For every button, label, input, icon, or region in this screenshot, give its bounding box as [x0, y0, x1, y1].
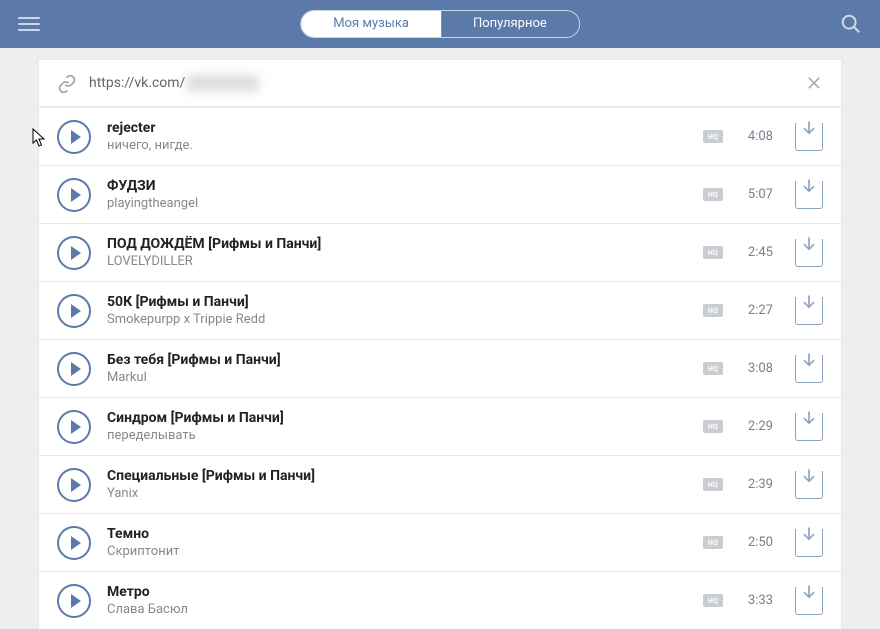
track-info[interactable]: Метро Слава Басюл — [107, 583, 687, 618]
track-list: rejecter ничего, нигде. HQ 4:08 ФУДЗИ pl… — [38, 107, 842, 629]
download-button[interactable] — [795, 529, 823, 557]
play-button[interactable] — [57, 236, 91, 270]
download-button[interactable] — [795, 413, 823, 441]
play-icon — [71, 188, 81, 202]
track-title: Метро — [107, 583, 687, 601]
url-input[interactable]: https://vk.com/ — [89, 75, 791, 91]
track-row: Синдром [Рифмы и Панчи] переделывать HQ … — [39, 397, 841, 455]
track-duration: 2:27 — [739, 303, 773, 318]
tab-popular[interactable]: Популярное — [441, 11, 579, 37]
track-title: ПОД ДОЖДЁМ [Рифмы и Панчи] — [107, 235, 687, 253]
play-button[interactable] — [57, 584, 91, 618]
hq-badge: HQ — [703, 130, 723, 143]
play-icon — [71, 478, 81, 492]
hq-badge: HQ — [703, 246, 723, 259]
play-icon — [71, 536, 81, 550]
hq-badge: HQ — [703, 478, 723, 491]
track-artist: Markul — [107, 369, 687, 386]
play-button[interactable] — [57, 352, 91, 386]
track-info[interactable]: Специальные [Рифмы и Панчи] Yanix — [107, 467, 687, 502]
hq-badge: HQ — [703, 188, 723, 201]
play-button[interactable] — [57, 468, 91, 502]
track-artist: LOVELYDILLER — [107, 253, 687, 270]
track-duration: 4:08 — [739, 129, 773, 144]
track-artist: Скриптонит — [107, 543, 687, 560]
download-button[interactable] — [795, 587, 823, 615]
clear-url-icon[interactable] — [805, 74, 823, 92]
track-info[interactable]: ПОД ДОЖДЁМ [Рифмы и Панчи] LOVELYDILLER — [107, 235, 687, 270]
play-icon — [71, 362, 81, 376]
hq-badge: HQ — [703, 304, 723, 317]
track-artist: Smokepurpp x Trippie Redd — [107, 311, 687, 328]
track-info[interactable]: Темно Скриптонит — [107, 525, 687, 560]
track-row: ПОД ДОЖДЁМ [Рифмы и Панчи] LOVELYDILLER … — [39, 223, 841, 281]
track-row: Специальные [Рифмы и Панчи] Yanix HQ 2:3… — [39, 455, 841, 513]
url-prefix: https://vk.com/ — [89, 75, 185, 91]
tab-my-music[interactable]: Моя музыка — [301, 11, 441, 37]
track-artist: Слава Басюл — [107, 601, 687, 618]
play-button[interactable] — [57, 526, 91, 560]
hq-badge: HQ — [703, 420, 723, 433]
play-button[interactable] — [57, 410, 91, 444]
app-header: Моя музыка Популярное — [0, 0, 880, 48]
download-button[interactable] — [795, 123, 823, 151]
search-icon[interactable] — [840, 13, 862, 35]
track-title: Специальные [Рифмы и Панчи] — [107, 467, 687, 485]
track-duration: 3:08 — [739, 361, 773, 376]
track-artist: playingtheangel — [107, 195, 687, 212]
hamburger-menu-icon[interactable] — [18, 13, 40, 35]
track-title: ФУДЗИ — [107, 177, 687, 195]
track-title: Синдром [Рифмы и Панчи] — [107, 409, 687, 427]
header-tabs: Моя музыка Популярное — [300, 10, 580, 38]
track-info[interactable]: rejecter ничего, нигде. — [107, 119, 687, 154]
track-duration: 5:07 — [739, 187, 773, 202]
hq-badge: HQ — [703, 362, 723, 375]
hq-badge: HQ — [703, 594, 723, 607]
link-icon — [57, 74, 75, 92]
track-row: 50К [Рифмы и Панчи] Smokepurpp x Trippie… — [39, 281, 841, 339]
track-row: Темно Скриптонит HQ 2:50 — [39, 513, 841, 571]
download-button[interactable] — [795, 239, 823, 267]
track-info[interactable]: Без тебя [Рифмы и Панчи] Markul — [107, 351, 687, 386]
play-icon — [71, 420, 81, 434]
track-info[interactable]: ФУДЗИ playingtheangel — [107, 177, 687, 212]
track-duration: 2:29 — [739, 419, 773, 434]
track-duration: 2:45 — [739, 245, 773, 260]
download-button[interactable] — [795, 297, 823, 325]
play-icon — [71, 130, 81, 144]
track-row: ФУДЗИ playingtheangel HQ 5:07 — [39, 165, 841, 223]
track-row: Метро Слава Басюл HQ 3:33 — [39, 571, 841, 629]
track-row: rejecter ничего, нигде. HQ 4:08 — [39, 107, 841, 165]
play-icon — [71, 304, 81, 318]
hq-badge: HQ — [703, 536, 723, 549]
track-info[interactable]: Синдром [Рифмы и Панчи] переделывать — [107, 409, 687, 444]
track-title: rejecter — [107, 119, 687, 137]
play-icon — [71, 246, 81, 260]
play-button[interactable] — [57, 294, 91, 328]
track-artist: переделывать — [107, 427, 687, 444]
track-duration: 2:50 — [739, 535, 773, 550]
url-blurred-part — [187, 75, 259, 91]
track-duration: 3:33 — [739, 593, 773, 608]
play-button[interactable] — [57, 120, 91, 154]
download-button[interactable] — [795, 471, 823, 499]
download-button[interactable] — [795, 355, 823, 383]
track-title: Темно — [107, 525, 687, 543]
track-title: Без тебя [Рифмы и Панчи] — [107, 351, 687, 369]
download-button[interactable] — [795, 181, 823, 209]
track-title: 50К [Рифмы и Панчи] — [107, 293, 687, 311]
track-artist: Yanix — [107, 485, 687, 502]
content: https://vk.com/ rejecter ничего, нигде. … — [0, 48, 880, 629]
url-bar: https://vk.com/ — [38, 59, 842, 107]
track-duration: 2:39 — [739, 477, 773, 492]
play-icon — [71, 594, 81, 608]
play-button[interactable] — [57, 178, 91, 212]
track-info[interactable]: 50К [Рифмы и Панчи] Smokepurpp x Trippie… — [107, 293, 687, 328]
track-artist: ничего, нигде. — [107, 137, 687, 154]
track-row: Без тебя [Рифмы и Панчи] Markul HQ 3:08 — [39, 339, 841, 397]
